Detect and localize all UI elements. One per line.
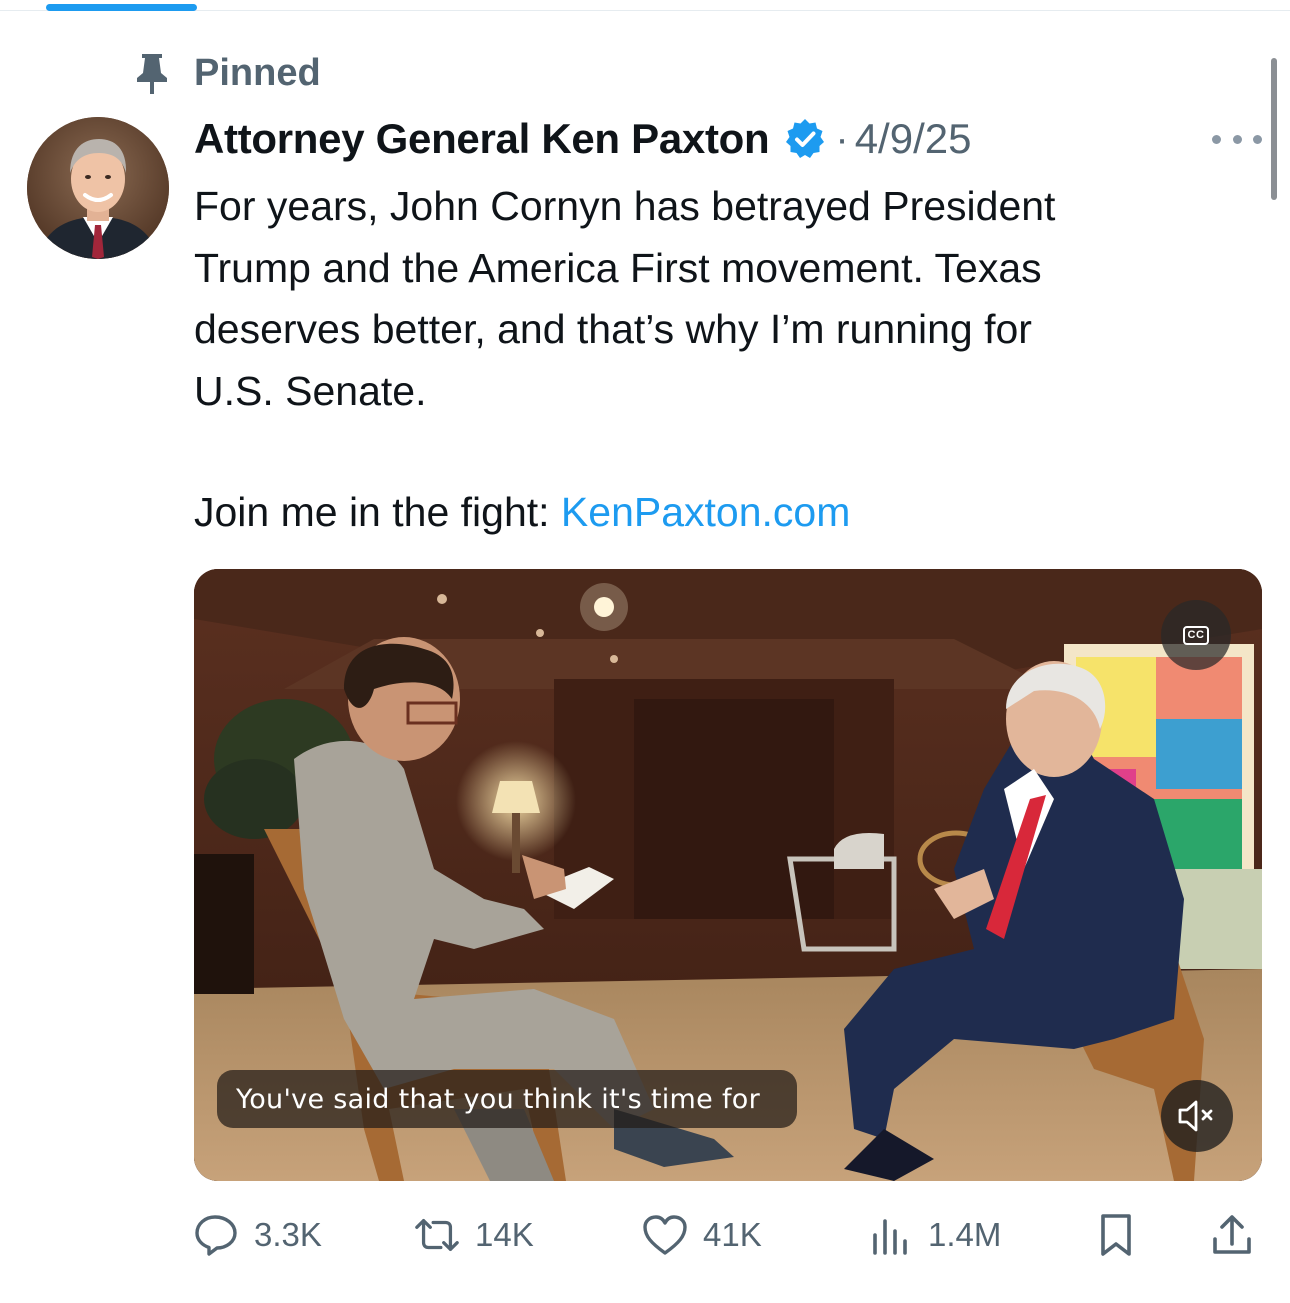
repost-button[interactable]: 14K	[413, 1205, 534, 1265]
bookmark-icon	[1092, 1211, 1140, 1259]
join-text: Join me in the fight:	[194, 489, 561, 535]
views-icon	[866, 1211, 914, 1259]
views-count: 1.4M	[928, 1216, 1002, 1253]
repost-icon	[413, 1211, 461, 1259]
website-link[interactable]: KenPaxton.com	[561, 489, 850, 535]
pin-icon	[132, 50, 172, 96]
author-avatar[interactable]	[27, 117, 169, 259]
post-text-line: For years, John Cornyn has betrayed Pres…	[194, 183, 1056, 229]
active-tab-indicator	[46, 4, 197, 11]
bookmark-button[interactable]	[1092, 1205, 1140, 1265]
post-text: For years, John Cornyn has betrayed Pres…	[194, 176, 1264, 422]
author-name[interactable]: Attorney General Ken Paxton	[194, 115, 770, 163]
post-date[interactable]: 4/9/25	[855, 115, 972, 163]
video-player[interactable]: CC You've said that you think it's time …	[194, 569, 1262, 1181]
video-caption-text: You've said that you think it's time for	[236, 1083, 760, 1115]
post-text-line: deserves better, and that’s why I’m runn…	[194, 306, 1032, 352]
post-actions: 3.3K 14K 41K 1.4M	[0, 1205, 1290, 1265]
reply-count: 3.3K	[254, 1216, 322, 1253]
share-icon	[1208, 1211, 1256, 1259]
reply-button[interactable]: 3.3K	[192, 1205, 322, 1265]
post-text-line: Trump and the America First movement. Te…	[194, 244, 1042, 291]
post-call-to-action: Join me in the fight: KenPaxton.com	[194, 482, 850, 544]
reply-icon	[192, 1211, 240, 1259]
more-icon[interactable]	[1212, 126, 1262, 152]
pinned-label: Pinned	[194, 51, 321, 94]
closed-captions-icon[interactable]: CC	[1161, 600, 1231, 670]
views-button[interactable]: 1.4M	[866, 1205, 1001, 1265]
like-icon	[641, 1211, 689, 1259]
verified-badge-icon[interactable]	[783, 117, 827, 161]
date-separator: ·	[835, 116, 849, 161]
scrollbar[interactable]	[1271, 58, 1277, 200]
post-text-line: U.S. Senate.	[194, 367, 427, 414]
closed-captions-label: CC	[1183, 625, 1209, 645]
pinned-indicator: Pinned	[132, 50, 321, 96]
like-button[interactable]: 41K	[641, 1205, 762, 1265]
repost-count: 14K	[475, 1216, 534, 1253]
mute-icon[interactable]	[1161, 1080, 1233, 1152]
video-caption: You've said that you think it's time for	[217, 1070, 797, 1128]
like-count: 41K	[703, 1216, 762, 1253]
share-button[interactable]	[1208, 1205, 1256, 1265]
post-header: Attorney General Ken Paxton · 4/9/25	[194, 110, 971, 168]
